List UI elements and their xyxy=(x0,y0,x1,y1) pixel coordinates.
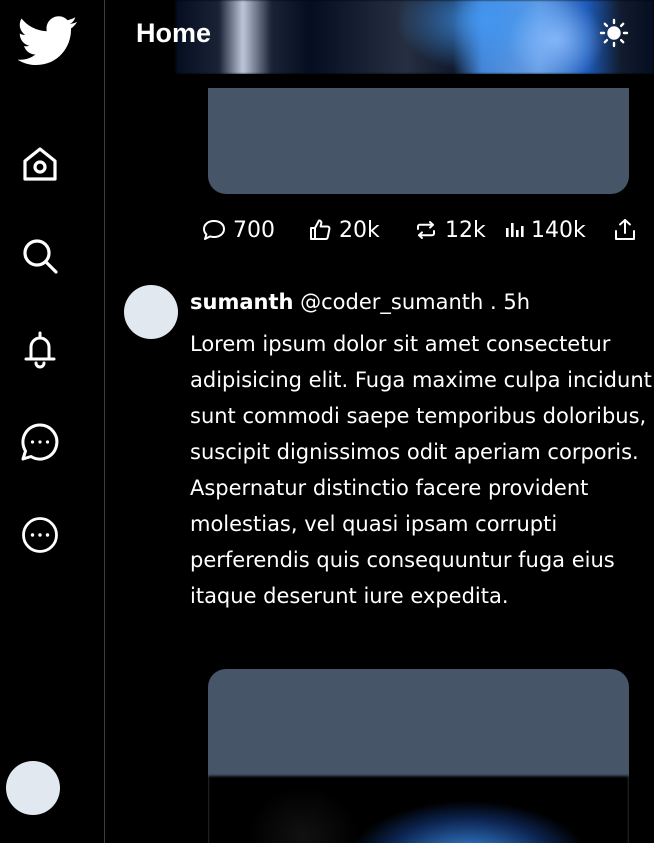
page-title: Home xyxy=(136,18,212,48)
retweet-icon xyxy=(417,221,435,239)
bell-icon xyxy=(24,331,56,369)
tweet-action-bar: 700 20k 12k 140k xyxy=(201,212,641,248)
header-banner-image xyxy=(176,0,654,74)
tweet-text: Lorem ipsum dolor sit amet consectetur a… xyxy=(190,332,652,608)
tweet-author-handle[interactable]: @coder_sumanth xyxy=(300,290,483,314)
comment-button[interactable]: 700 xyxy=(201,212,275,248)
comment-icon xyxy=(203,220,225,240)
user-avatar[interactable] xyxy=(6,761,60,815)
search-icon xyxy=(23,239,58,274)
tweet-author-avatar[interactable] xyxy=(124,285,178,339)
nav-notifications[interactable] xyxy=(18,327,62,371)
bar-chart-icon xyxy=(506,223,524,237)
retweet-count: 12k xyxy=(445,217,486,243)
messages-icon xyxy=(21,423,59,461)
retweet-button[interactable]: 12k xyxy=(413,212,486,248)
like-count: 20k xyxy=(339,217,380,243)
share-icon xyxy=(615,219,635,240)
views-button[interactable]: 140k xyxy=(503,212,586,248)
like-button[interactable]: 20k xyxy=(307,212,380,248)
tweet-image xyxy=(208,776,629,843)
nav-more[interactable] xyxy=(18,513,62,557)
top-header: Home xyxy=(106,0,654,74)
previous-tweet-image-card[interactable] xyxy=(208,88,629,194)
twitter-logo-link[interactable] xyxy=(18,16,78,66)
main-feed: Home 700 20k 12k 140k sumanth @coder_sum… xyxy=(106,0,654,843)
nav-home[interactable] xyxy=(18,142,62,186)
sun-icon xyxy=(599,18,629,48)
comment-count: 700 xyxy=(233,217,275,243)
nav-messages[interactable] xyxy=(18,420,62,464)
views-count: 140k xyxy=(531,217,586,243)
tweet-header: sumanth @coder_sumanth . 5h xyxy=(190,286,530,318)
home-icon xyxy=(23,147,57,181)
theme-toggle-button[interactable] xyxy=(598,17,630,49)
tweet-image-card[interactable] xyxy=(208,669,629,843)
tweet-author-name[interactable]: sumanth xyxy=(190,290,293,314)
nav-search[interactable] xyxy=(18,234,62,278)
sidebar xyxy=(0,0,105,843)
tweet-timestamp: . 5h xyxy=(490,290,531,314)
share-button[interactable] xyxy=(612,212,644,248)
thumbs-up-icon xyxy=(310,219,331,240)
more-icon xyxy=(22,517,58,553)
twitter-bird-icon xyxy=(18,16,77,65)
